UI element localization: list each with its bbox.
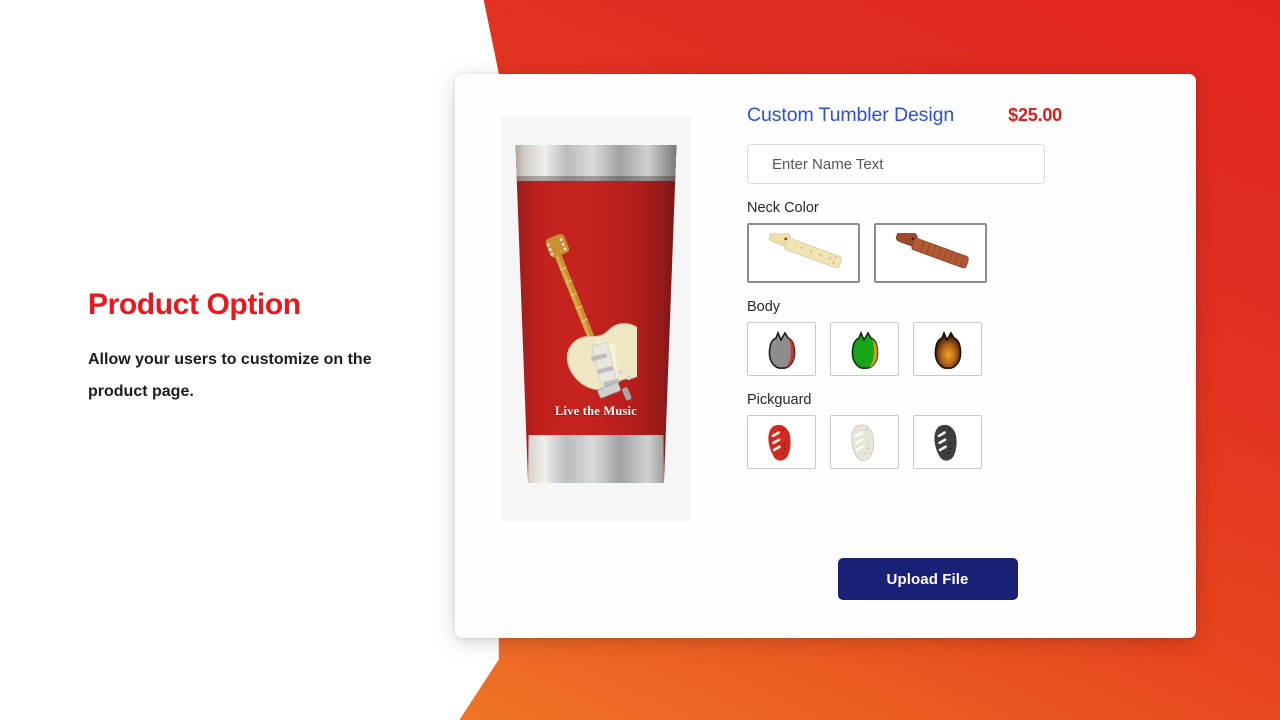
options-column: Custom Tumbler Design $25.00 Neck Color: [745, 74, 1196, 638]
guitar-body-gray-icon: [768, 330, 795, 369]
swatch-row-neck-color: [747, 223, 1045, 283]
swatch-pickguard-black[interactable]: [913, 415, 982, 469]
swatch-row-pickguard: [747, 415, 1045, 469]
swatch-body-gray[interactable]: [747, 322, 816, 376]
copy-block: Product Option Allow your users to custo…: [88, 288, 418, 407]
tumbler-top-rim: [515, 145, 677, 181]
name-text-input[interactable]: [747, 144, 1045, 184]
option-label-body: Body: [747, 299, 781, 315]
swatch-pickguard-red[interactable]: [747, 415, 816, 469]
card-header: Custom Tumbler Design $25.00: [747, 104, 1062, 127]
preview-column: Live the Music: [455, 74, 745, 638]
tumbler-graphic: Live the Music: [510, 145, 682, 483]
swatch-row-body: [747, 322, 1045, 376]
swatch-neck-rosewood[interactable]: [874, 223, 987, 283]
guitar-graphic-icon: [545, 234, 637, 401]
pickguard-black-icon: [933, 424, 957, 461]
product-title: Custom Tumbler Design: [747, 104, 955, 126]
slide-canvas: Product Option Allow your users to custo…: [0, 0, 1280, 720]
swatch-body-sunburst[interactable]: [913, 322, 982, 376]
page-title: Product Option: [88, 288, 301, 321]
product-price: $25.00: [1008, 105, 1062, 125]
pickguard-red-icon: [767, 424, 791, 461]
swatch-pickguard-white[interactable]: [830, 415, 899, 469]
swatch-neck-maple[interactable]: [747, 223, 860, 283]
guitar-body-green-icon: [851, 330, 878, 369]
swatch-body-green[interactable]: [830, 322, 899, 376]
page-description: Allow your users to customize on the pro…: [88, 351, 372, 400]
upload-file-button[interactable]: Upload File: [837, 558, 1018, 600]
tumbler-caption: Live the Music: [555, 404, 637, 418]
guitar-neck-rosewood-icon: [895, 233, 969, 269]
pickguard-white-icon: [850, 424, 874, 462]
tumbler-preview: Live the Music: [501, 116, 691, 521]
option-label-neck-color: Neck Color: [747, 200, 819, 216]
guitar-neck-maple-icon: [768, 233, 842, 269]
guitar-body-sunburst-icon: [934, 330, 961, 369]
upload-area: Upload File: [745, 558, 1110, 600]
tumbler-bottom-rim: [528, 435, 664, 483]
product-option-card: Live the Music Custom Tumbler Design $25…: [455, 74, 1196, 638]
option-label-pickguard: Pickguard: [747, 392, 812, 408]
